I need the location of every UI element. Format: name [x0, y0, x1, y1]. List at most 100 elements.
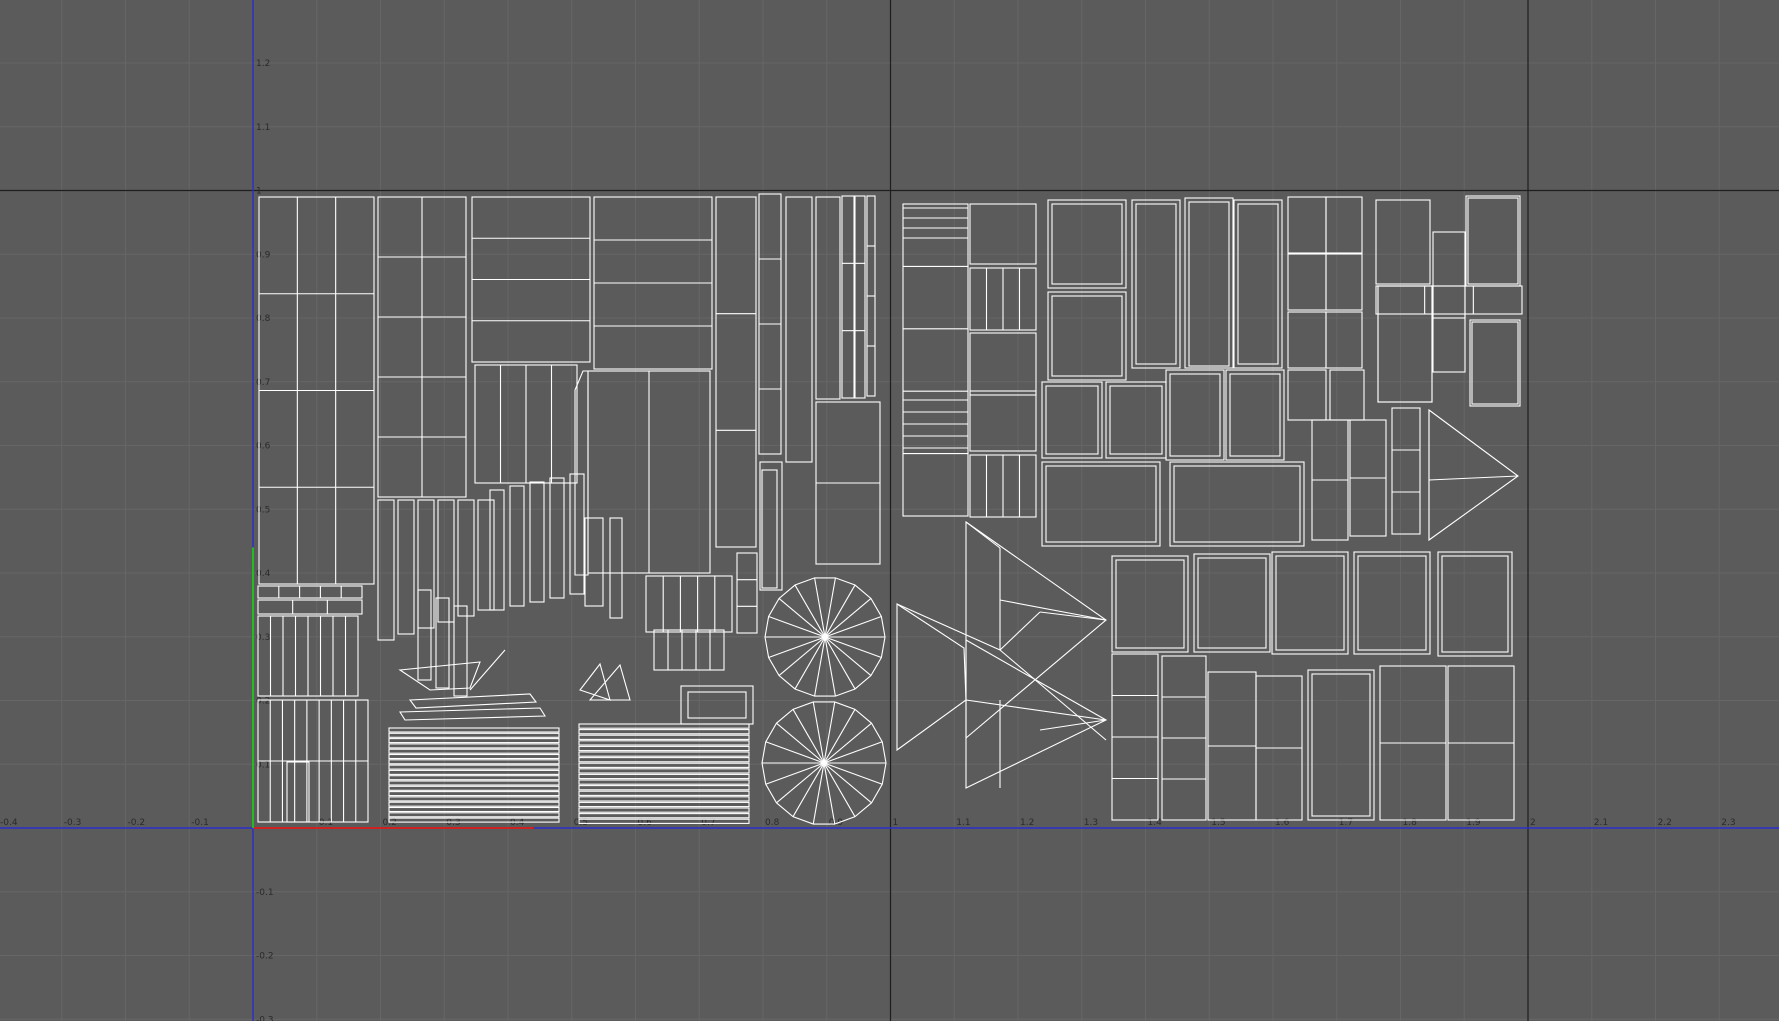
u-tick-label: 0.4 — [510, 818, 525, 828]
uv-island-triangle — [1428, 408, 1519, 542]
uv-island — [1437, 551, 1513, 657]
uv-island — [1357, 555, 1427, 651]
uv-island — [1432, 231, 1466, 319]
u-tick-label: 0.2 — [383, 818, 397, 828]
uv-canvas[interactable]: -0.4 -0.3 -0.2 -0.1 0.1 0.2 0.3 0.4 0.5 0.6 0.7 0.8… — [0, 0, 1779, 1021]
u-tick-label: 1 — [893, 818, 899, 828]
uv-edge — [1428, 475, 1519, 481]
uv-edge — [999, 599, 1107, 621]
uv-island — [1375, 199, 1431, 285]
uv-island — [1045, 385, 1099, 455]
uv-island — [1469, 319, 1521, 407]
uv-island — [1047, 291, 1127, 381]
uv-island — [388, 785, 560, 791]
v-tick-label: 0.6 — [256, 442, 271, 452]
uv-island — [645, 575, 733, 633]
uv-edge — [965, 699, 1107, 721]
uv-island — [1233, 199, 1283, 369]
uv-island — [578, 734, 750, 740]
v-tick-label: 0.4 — [256, 569, 271, 579]
uv-edge — [896, 603, 1001, 651]
v-tick-label: 0.9 — [256, 250, 271, 260]
uv-island — [1111, 555, 1189, 653]
uv-island — [578, 779, 750, 785]
uv-edge — [999, 611, 1041, 651]
uv-editor-viewport[interactable]: -0.4 -0.3 -0.2 -0.1 0.1 0.2 0.3 0.4 0.5 0.6 0.7 0.8… — [0, 0, 1779, 1021]
uv-edge — [768, 615, 826, 638]
uv-edge — [824, 636, 872, 676]
uv-island — [1047, 199, 1127, 289]
uv-island — [1307, 669, 1375, 821]
uv-island — [417, 499, 435, 629]
u-tick-label: 2 — [1530, 818, 1536, 828]
uv-island — [1051, 203, 1123, 285]
uv-island — [1465, 195, 1521, 287]
uv-island — [578, 757, 750, 763]
uv-edge — [823, 762, 872, 804]
uv-island — [1325, 196, 1363, 254]
uv-island — [1041, 381, 1103, 459]
uv-island — [1135, 203, 1177, 365]
uv-island — [388, 727, 560, 733]
uv-edge — [824, 615, 882, 638]
uv-island — [388, 806, 560, 813]
uv-island — [761, 469, 778, 589]
uv-island — [1131, 199, 1181, 369]
v-tick-label: 0.8 — [256, 314, 271, 324]
uv-edge — [824, 598, 872, 638]
u-tick-label: 2.2 — [1658, 818, 1672, 828]
uv-island — [578, 813, 750, 819]
uv-island — [1377, 285, 1433, 403]
u-tick-label: 0.3 — [446, 818, 460, 828]
uv-island — [578, 790, 750, 796]
uv-island — [578, 773, 750, 780]
uv-island — [578, 745, 750, 752]
uv-island — [969, 332, 1037, 396]
uv-island — [457, 499, 475, 617]
uv-island — [1377, 285, 1433, 403]
u-tick-label: -0.1 — [191, 818, 209, 828]
uv-island — [785, 196, 813, 463]
uv-edge — [824, 636, 882, 659]
uv-island — [549, 477, 565, 599]
uv-island — [529, 481, 545, 603]
uv-island — [1165, 369, 1225, 461]
uv-island — [388, 743, 560, 749]
uv-edge — [778, 636, 826, 676]
uv-island — [388, 796, 560, 802]
uv-island — [388, 791, 560, 797]
uv-edge — [999, 649, 1107, 741]
uv-island — [1353, 551, 1431, 655]
uv-island — [453, 605, 468, 697]
uv-island — [902, 203, 969, 517]
uv-island-chevron — [965, 639, 1108, 789]
uv-edge — [965, 521, 1001, 549]
uv-island — [578, 818, 750, 824]
uv-island — [1391, 407, 1421, 535]
uv-island — [1237, 203, 1279, 365]
uv-island — [388, 753, 560, 760]
uv-island — [388, 780, 560, 786]
uv-island — [397, 499, 415, 635]
uv-island — [687, 691, 747, 719]
uv-island — [609, 517, 623, 619]
v-tick-label: -0.2 — [256, 952, 274, 962]
uv-island — [1109, 385, 1163, 455]
uv-island — [257, 585, 363, 599]
uv-island — [1275, 555, 1345, 651]
uv-island — [1325, 311, 1363, 369]
uv-island — [578, 751, 750, 757]
u-tick-label: -0.2 — [128, 818, 146, 828]
uv-island — [388, 812, 560, 818]
uv-edge — [469, 649, 506, 691]
uv-edge — [776, 762, 825, 804]
uv-island — [578, 796, 750, 802]
uv-island-chevron — [896, 602, 967, 752]
u-tick-label: 0.9 — [829, 818, 844, 828]
uv-island — [653, 629, 725, 671]
uv-edge — [768, 636, 826, 659]
v-tick-label: 0.7 — [256, 378, 270, 388]
uv-island — [1193, 553, 1271, 653]
uv-edge — [776, 722, 825, 764]
uv-island — [1045, 465, 1157, 543]
